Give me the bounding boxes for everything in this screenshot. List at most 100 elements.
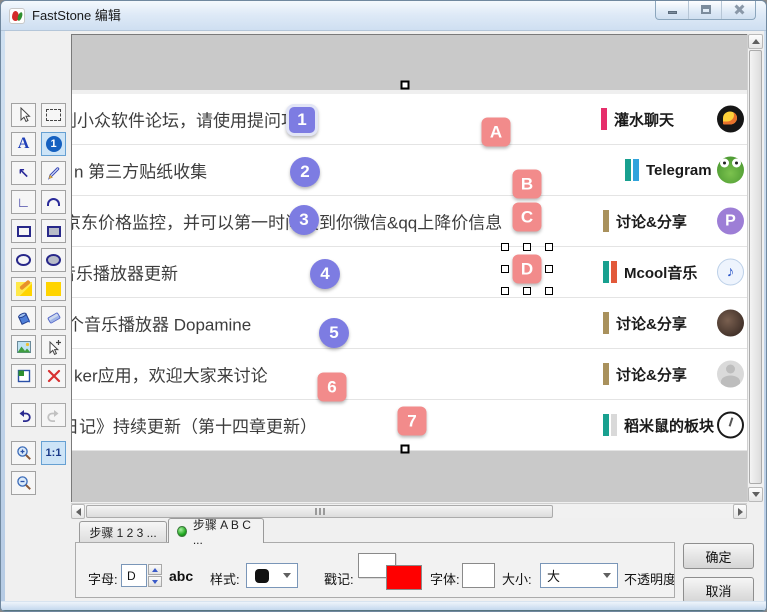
- selection-handle[interactable]: [545, 243, 553, 251]
- selection-handle[interactable]: [545, 287, 553, 295]
- letter-input[interactable]: D: [121, 564, 147, 587]
- post-row: n 第三方贴纸收集Telegram: [72, 145, 747, 196]
- horizontal-scroll-thumb[interactable]: [86, 505, 553, 518]
- selection-handle[interactable]: [501, 243, 509, 251]
- filled-ellipse-tool-button[interactable]: [41, 248, 66, 272]
- zoom-in-button[interactable]: [11, 441, 36, 465]
- style-dropdown[interactable]: [246, 563, 298, 588]
- stamp-4[interactable]: 4: [310, 259, 340, 289]
- scroll-down-button[interactable]: [748, 487, 763, 502]
- image-tool-button[interactable]: [11, 335, 36, 359]
- vertical-scrollbar[interactable]: [747, 34, 762, 502]
- edit-canvas[interactable]: 到小众软件论坛，请使用提问功能灌水聊天n 第三方贴纸收集Telegram京东价格…: [71, 34, 747, 502]
- vertical-scroll-thumb[interactable]: [749, 50, 762, 484]
- lowercase-toggle[interactable]: abc: [169, 568, 193, 584]
- actual-size-button[interactable]: 1:1: [41, 441, 66, 465]
- window-controls: [655, 1, 756, 20]
- pencil-tool-button[interactable]: [41, 161, 66, 185]
- tag-color-bar: [603, 312, 609, 334]
- stamp-front-color-swatch[interactable]: [386, 565, 422, 590]
- scroll-left-button[interactable]: [71, 504, 85, 519]
- select-tool-button[interactable]: [11, 103, 36, 127]
- ellipse-tool-button[interactable]: [11, 248, 36, 272]
- stamp-C[interactable]: C: [513, 203, 542, 232]
- size-dropdown[interactable]: 大: [540, 563, 618, 588]
- stamp-A[interactable]: A: [482, 118, 511, 147]
- post-row: 音乐播放器更新Mcool音乐♪: [72, 247, 747, 298]
- highlighter-icon: [16, 282, 32, 296]
- faststone-app-icon: [9, 8, 25, 24]
- arrow-tool-button[interactable]: ↖: [11, 161, 36, 185]
- scroll-up-button[interactable]: [748, 34, 763, 49]
- tab-steps-abc[interactable]: 步骤 A B C ...: [168, 518, 264, 543]
- post-title: 京东价格监控，并可以第一时间发到你微信&qq上降价信息: [72, 209, 502, 234]
- minimize-button[interactable]: [656, 1, 689, 19]
- text-tool-button[interactable]: A: [11, 132, 36, 156]
- number-stamp-tool-button[interactable]: 1: [41, 132, 66, 156]
- post-tag: 灌水聊天: [601, 108, 674, 130]
- selection-handle[interactable]: [501, 287, 509, 295]
- tab-label: 步骤 1 2 3 ...: [89, 524, 156, 541]
- tag-label: 讨论&分享: [616, 211, 687, 232]
- delete-tool-button[interactable]: [41, 364, 66, 388]
- stamp-7[interactable]: 7: [398, 407, 427, 436]
- eraser-tool-button[interactable]: [41, 306, 66, 330]
- selection-handle[interactable]: [545, 265, 553, 273]
- tag-color-bar: [611, 261, 617, 283]
- undo-button[interactable]: [11, 403, 36, 427]
- tab-steps-123[interactable]: 步骤 1 2 3 ...: [79, 521, 167, 542]
- zoom-out-button[interactable]: [11, 471, 36, 495]
- maximize-button[interactable]: [689, 1, 722, 19]
- scroll-right-button[interactable]: [733, 504, 747, 519]
- filled-rectangle-tool-button[interactable]: [41, 219, 66, 243]
- rect-select-icon: [46, 109, 61, 121]
- stamp-6[interactable]: 6: [318, 373, 347, 402]
- curve-tool-button[interactable]: [41, 190, 66, 214]
- tag-color-bar: [603, 414, 609, 436]
- rectangle-tool-button[interactable]: [11, 219, 36, 243]
- thumb-grip-icon: [319, 508, 321, 515]
- crop-tool-button[interactable]: [11, 364, 36, 388]
- style-swatch-icon: [255, 569, 269, 583]
- letter-spinner: [148, 564, 162, 587]
- post-title: ker应用，欢迎大家来讨论: [74, 362, 268, 387]
- polyline-tool-button[interactable]: ∟: [11, 190, 36, 214]
- canvas-selection-handle[interactable]: [401, 81, 410, 90]
- stamp-1[interactable]: 1: [286, 104, 318, 136]
- dropdown-arrow-icon: [603, 573, 611, 578]
- stamp-5[interactable]: 5: [319, 318, 349, 348]
- spinner-down-button[interactable]: [148, 576, 162, 587]
- selection-handle[interactable]: [501, 265, 509, 273]
- cancel-button[interactable]: 取消: [683, 577, 754, 603]
- redo-button[interactable]: [41, 403, 66, 427]
- stamp-3[interactable]: 3: [289, 205, 319, 235]
- font-color-swatch[interactable]: [462, 563, 495, 588]
- close-button[interactable]: [722, 1, 755, 19]
- solid-highlight-tool-button[interactable]: [41, 277, 66, 301]
- stamp-2[interactable]: 2: [290, 157, 320, 187]
- faststone-editor-window: FastStone 编辑 A 1 ↖ ∟: [0, 0, 767, 612]
- tag-label: 灌水聊天: [614, 109, 674, 130]
- scroll-left-icon: [76, 508, 81, 516]
- photo-avatar-icon: [717, 310, 744, 337]
- tag-color-bar: [603, 210, 609, 232]
- opacity-label: 不透明度: [624, 569, 675, 588]
- highlighter-tool-button[interactable]: [11, 277, 36, 301]
- horizontal-scrollbar[interactable]: [71, 503, 747, 518]
- titlebar[interactable]: FastStone 编辑: [1, 1, 767, 31]
- selection-handle[interactable]: [523, 287, 531, 295]
- spinner-up-button[interactable]: [148, 564, 162, 575]
- tab-label: 步骤 A B C ...: [193, 516, 255, 547]
- rect-select-tool-button[interactable]: [41, 103, 66, 127]
- ok-button[interactable]: 确定: [683, 543, 754, 569]
- frog-avatar-icon: [717, 157, 744, 184]
- tag-label: Mcool音乐: [624, 262, 697, 283]
- selection-handle[interactable]: [523, 243, 531, 251]
- fill-tool-button[interactable]: [11, 306, 36, 330]
- post-tag: Mcool音乐: [603, 261, 697, 283]
- stamp-D[interactable]: D: [513, 255, 542, 284]
- stamp-B[interactable]: B: [513, 170, 542, 199]
- post-title: 个音乐播放器 Dopamine: [72, 311, 251, 336]
- canvas-selection-handle[interactable]: [401, 445, 410, 454]
- select-object-tool-button[interactable]: [41, 335, 66, 359]
